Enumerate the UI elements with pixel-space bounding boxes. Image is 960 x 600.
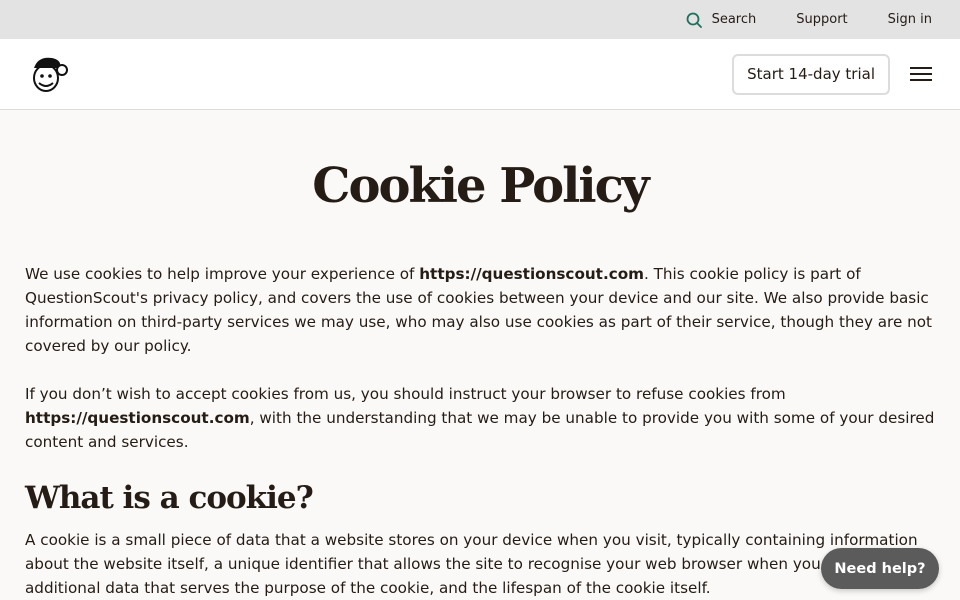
hamburger-menu-icon[interactable] bbox=[910, 67, 932, 81]
signin-label: Sign in bbox=[887, 12, 932, 27]
page-title: Cookie Policy bbox=[312, 158, 649, 214]
site-link[interactable]: https://questionscout.com bbox=[419, 265, 644, 283]
policy-content: We use cookies to help improve your expe… bbox=[0, 262, 960, 600]
main-header: Start 14-day trial bbox=[0, 39, 960, 110]
site-link-2[interactable]: https://questionscout.com bbox=[25, 409, 250, 427]
need-help-button[interactable]: Need help? bbox=[821, 548, 939, 589]
search-label: Search bbox=[711, 12, 757, 27]
refuse-text-a: If you don’t wish to accept cookies from… bbox=[25, 385, 786, 403]
cookie-definition-paragraph: A cookie is a small piece of data that a… bbox=[25, 531, 918, 597]
intro-text-a: We use cookies to help improve your expe… bbox=[25, 265, 420, 283]
support-link[interactable]: Support bbox=[796, 12, 847, 27]
support-label: Support bbox=[796, 12, 848, 27]
refuse-paragraph: If you don’t wish to accept cookies from… bbox=[25, 382, 935, 454]
utility-bar: Search Support Sign in bbox=[0, 0, 960, 39]
search-link[interactable]: Search bbox=[686, 12, 757, 28]
search-icon bbox=[686, 12, 702, 28]
freddie-monkey-logo-icon[interactable] bbox=[28, 54, 68, 94]
signin-link[interactable]: Sign in bbox=[888, 12, 932, 27]
intro-paragraph: We use cookies to help improve your expe… bbox=[25, 262, 935, 358]
section-heading-what-is-cookie: What is a cookie? bbox=[25, 480, 314, 516]
start-trial-button[interactable]: Start 14-day trial bbox=[732, 53, 890, 95]
header-actions: Start 14-day trial bbox=[732, 53, 932, 95]
